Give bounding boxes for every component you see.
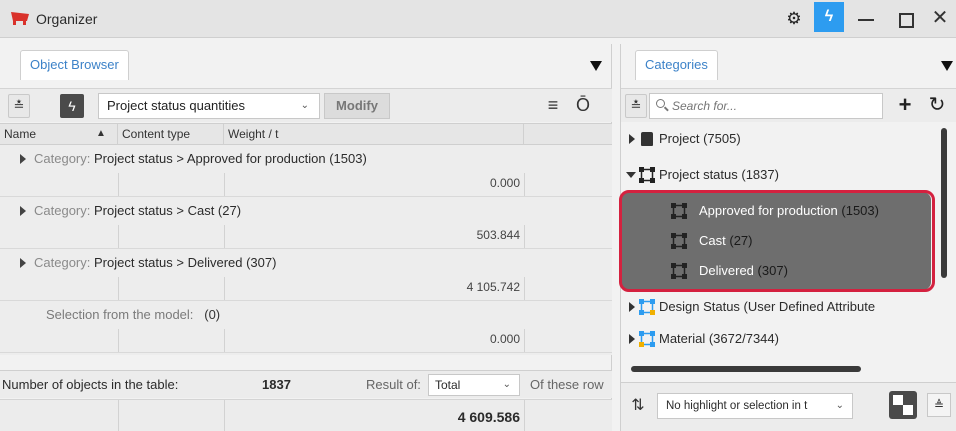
tree-item-material[interactable]: Material (3672/7344) [621, 324, 941, 354]
tree-item-design-status[interactable]: Design Status (User Defined Attribute [621, 292, 941, 322]
expand-caret-icon[interactable] [629, 134, 635, 144]
result-select[interactable]: Total ⌄ [428, 374, 520, 396]
categories-panel: Categories ≛ + ↻ Project (7505) Project … [619, 44, 956, 431]
highlight-mode-select[interactable]: No highlight or selection in t ⌄ [657, 393, 853, 419]
row-weight: 0.000 [489, 176, 520, 190]
object-browser-panel: Object Browser ≛ ϟ Project status quanti… [0, 44, 612, 431]
refresh-icon[interactable]: ↻ [925, 93, 949, 117]
close-icon[interactable]: ✕ [928, 6, 952, 30]
column-weight[interactable]: Weight / t [224, 124, 524, 145]
table-row[interactable]: Category: Project status > Cast (27) 503… [0, 197, 612, 249]
tree-item-project[interactable]: Project (7505) [621, 124, 941, 154]
expand-caret-icon[interactable] [629, 302, 635, 312]
collapse-caret-icon[interactable] [626, 172, 636, 178]
refresh-icon[interactable]: Ō [570, 94, 596, 118]
view-select-value: Project status quantities [107, 98, 246, 113]
categories-toolbar: ≛ + ↻ [621, 88, 956, 122]
row-category-label: Category: [34, 203, 91, 218]
categories-footer: ⇅ No highlight or selection in t ⌄ ≜ [621, 382, 956, 431]
search-field[interactable] [672, 97, 872, 115]
sort-asc-icon: ▲ [96, 128, 106, 139]
row-name: Project status > Delivered (307) [94, 255, 277, 270]
of-these-rows-label: Of these row [530, 377, 604, 392]
tab-categories[interactable]: Categories [635, 50, 718, 80]
tree-item-project-status[interactable]: Project status (1837) [621, 160, 941, 190]
view-select[interactable]: Project status quantities ⌄ [98, 93, 320, 119]
column-content-type[interactable]: Content type [118, 124, 224, 145]
table-header: Name ▲ Content type Weight / t [0, 123, 612, 145]
collapse-all-icon[interactable]: ≛ [8, 94, 30, 118]
horizontal-scrollbar[interactable] [0, 360, 612, 368]
tree-item-label: Project (7505) [659, 131, 741, 146]
table-row[interactable]: Category: Project status > Delivered (30… [0, 249, 612, 301]
list-menu-icon[interactable]: ≡ [540, 94, 566, 118]
gear-icon[interactable]: ⚙ [783, 8, 805, 30]
table-row[interactable]: Category: Project status > Approved for … [0, 145, 612, 197]
selection-row[interactable]: Selection from the model: (0) 0.000 [0, 301, 612, 353]
maximize-icon[interactable] [893, 8, 917, 30]
lightning-icon[interactable]: ϟ [814, 2, 844, 32]
row-weight: 4 105.742 [466, 280, 520, 294]
row-name: Project status > Approved for production… [94, 151, 367, 166]
tree-settings-icon[interactable]: ⇅ [629, 397, 647, 415]
panel-menu-icon[interactable] [588, 58, 604, 74]
row-category-label: Category: [34, 255, 91, 270]
category-tree: Project (7505) Project status (1837) App… [619, 124, 941, 364]
column-name-label: Name [4, 127, 37, 141]
column-name[interactable]: Name ▲ [0, 124, 118, 145]
window-title: Organizer [36, 11, 98, 27]
total-weight: 4 609.586 [457, 409, 520, 425]
result-select-value: Total [435, 378, 461, 392]
search-icon [656, 99, 665, 108]
tree-item-label: Material (3672/7344) [659, 331, 779, 346]
color-node-icon [639, 331, 655, 347]
row-weight: 503.844 [476, 228, 520, 242]
tree-item-label: Project status (1837) [659, 167, 779, 182]
collapse-all-icon[interactable]: ≛ [625, 94, 647, 118]
search-input[interactable] [649, 93, 883, 119]
table-body: Category: Project status > Approved for … [0, 145, 612, 355]
selection-label: Selection from the model: [46, 307, 194, 322]
modify-button[interactable]: Modify [324, 93, 390, 119]
tree-item-label: Design Status (User Defined Attribute [659, 299, 876, 314]
database-icon [641, 132, 653, 146]
panel-menu-icon[interactable] [939, 58, 955, 74]
objects-count: 1837 [262, 377, 291, 392]
minimize-icon[interactable] [854, 8, 878, 30]
row-name: Project status > Cast (27) [94, 203, 242, 218]
title-bar: Organizer ⚙ ϟ ✕ [0, 0, 956, 38]
highlight-mode-value: No highlight or selection in t [666, 400, 808, 412]
add-category-button[interactable]: + [893, 93, 917, 117]
result-label: Result of: [366, 377, 421, 392]
highlight-outline [619, 190, 935, 292]
vertical-scrollbar[interactable] [941, 128, 947, 278]
chevron-down-icon: ⌄ [502, 379, 511, 390]
status-node-icon [639, 167, 655, 183]
collapse-up-icon[interactable]: ≜ [927, 393, 951, 417]
selection-count: (0) [204, 307, 221, 322]
color-node-icon [639, 299, 655, 315]
horizontal-scrollbar[interactable] [631, 366, 861, 372]
row-category-label: Category: [34, 151, 91, 166]
organizer-logo-icon [11, 12, 29, 25]
lightning-icon[interactable]: ϟ [60, 94, 84, 118]
object-browser-toolbar: ≛ ϟ Project status quantities ⌄ Modify ≡… [0, 88, 612, 122]
objects-count-label: Number of objects in the table: [2, 377, 179, 392]
table-footer: Number of objects in the table: 1837 Res… [0, 370, 612, 398]
color-grid-icon[interactable] [889, 391, 917, 419]
expand-caret-icon[interactable] [629, 334, 635, 344]
selection-weight: 0.000 [489, 332, 520, 346]
totals-row: 4 609.586 [0, 399, 612, 431]
tab-object-browser[interactable]: Object Browser [20, 50, 129, 80]
chevron-down-icon: ⌄ [835, 400, 844, 411]
chevron-down-icon: ⌄ [300, 100, 309, 111]
